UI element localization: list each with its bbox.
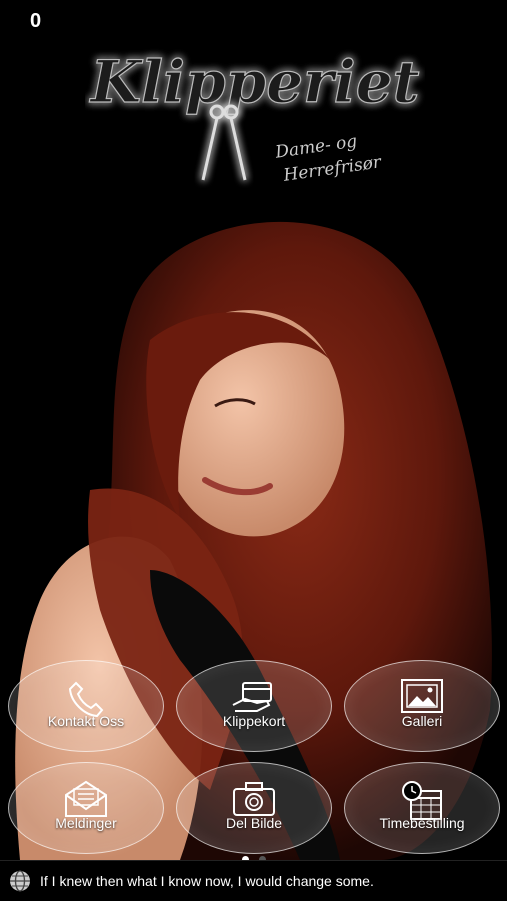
gallery-label: Galleri	[401, 713, 443, 729]
gallery-button[interactable]: Galleri	[344, 660, 500, 752]
page-indicator[interactable]	[0, 850, 507, 863]
envelope-icon	[65, 780, 107, 817]
contact-us-button[interactable]: Kontakt Oss	[8, 660, 164, 752]
messages-label: Meldinger	[55, 815, 117, 831]
booking-button[interactable]: Timebestilling	[344, 762, 500, 854]
klipperiet-logo: Klipperiet Dame- og Herrefrisør	[88, 47, 420, 186]
messages-button[interactable]: Meldinger	[8, 762, 164, 854]
notification-count-badge: 0	[30, 10, 42, 32]
logo-wordmark: Klipperiet	[89, 48, 420, 116]
ticker-text: If I knew then what I know now, I would …	[40, 873, 374, 889]
main-menu-grid: Kontakt Oss Klippekort Galleri Meldinger	[0, 658, 507, 858]
globe-icon	[10, 870, 30, 892]
punch-card-button[interactable]: Klippekort	[176, 660, 332, 752]
picture-frame-icon	[401, 679, 443, 713]
share-photo-button[interactable]: Del Bilde	[176, 762, 332, 854]
booking-label: Timebestilling	[379, 815, 465, 831]
scissors-icon	[201, 104, 247, 181]
contact-us-label: Kontakt Oss	[47, 713, 125, 729]
message-ticker[interactable]: If I knew then what I know now, I would …	[0, 860, 507, 901]
share-photo-label: Del Bilde	[225, 815, 283, 831]
punch-card-label: Klippekort	[222, 713, 286, 729]
camera-icon	[233, 782, 275, 816]
card-in-hand-icon	[232, 682, 272, 712]
